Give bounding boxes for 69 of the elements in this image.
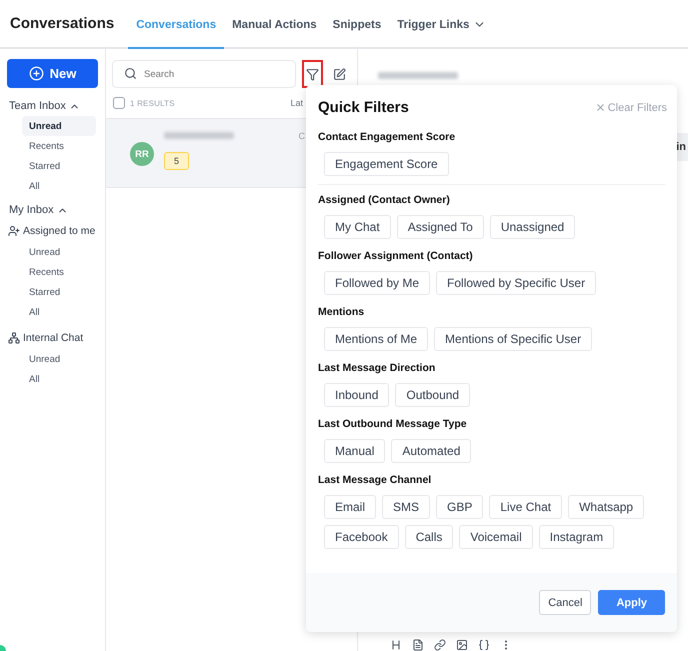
link-icon[interactable]	[434, 639, 446, 651]
braces-icon[interactable]	[478, 639, 490, 651]
blurred-name	[164, 132, 234, 139]
sidebar-subgroup[interactable]: Internal Chat	[7, 327, 98, 349]
section-title: Mentions	[318, 306, 366, 318]
document-icon[interactable]	[412, 639, 424, 651]
sidebar-item[interactable]: All	[22, 369, 96, 389]
section-title: Last Message Channel	[318, 474, 432, 486]
filter-chip[interactable]: SMS	[382, 495, 430, 519]
sort-label[interactable]: Lat	[290, 98, 303, 108]
sidebar-item[interactable]: Unread	[22, 242, 96, 262]
nav-tab[interactable]: Manual Actions	[224, 2, 325, 49]
count-badge: 5	[164, 152, 190, 170]
plus-icon	[28, 66, 44, 81]
sidebar-group-header[interactable]: My Inbox	[7, 200, 98, 220]
page-title: Conversations	[10, 15, 114, 32]
filter-chip[interactable]: Manual	[324, 439, 386, 463]
filter-chip[interactable]: Unassigned	[490, 215, 576, 239]
filter-chip[interactable]: Live Chat	[489, 495, 562, 519]
sidebar-item[interactable]: Recents	[22, 136, 96, 156]
compose-icon	[333, 68, 346, 80]
sidebar-item[interactable]: Unread	[22, 116, 96, 136]
sidebar-item[interactable]: All	[22, 302, 96, 322]
section-title: Last Message Direction	[318, 362, 436, 374]
filter-chip[interactable]: Engagement Score	[324, 152, 449, 176]
section-title: Follower Assignment (Contact)	[318, 250, 474, 262]
filter-chip[interactable]: GBP	[436, 495, 484, 519]
filter-chip[interactable]: Followed by Specific User	[436, 271, 596, 295]
sidebar-group-header[interactable]: Team Inbox	[7, 96, 98, 116]
nav-tab[interactable]: Snippets	[324, 2, 390, 49]
results-count: 1 RESULTS	[130, 98, 175, 108]
filter-chip[interactable]: Mentions of Me	[324, 327, 428, 351]
filter-chip[interactable]: Mentions of Specific User	[434, 327, 592, 351]
filter-chip[interactable]: Email	[324, 495, 376, 519]
network-icon	[8, 332, 20, 344]
apply-button[interactable]: Apply	[598, 590, 665, 615]
conversation-time: C	[298, 131, 305, 143]
filter-chip[interactable]: Automated	[391, 439, 472, 463]
sidebar-item[interactable]: All	[22, 176, 96, 196]
search-icon	[124, 67, 137, 80]
filter-icon	[306, 68, 319, 80]
search-field[interactable]: Search	[112, 60, 296, 88]
sidebar-item[interactable]: Unread	[22, 349, 96, 369]
close-icon	[594, 102, 606, 113]
sidebar-item[interactable]: Starred	[22, 156, 96, 176]
filter-chip[interactable]: Instagram	[538, 525, 614, 549]
filter-chip[interactable]: Outbound	[395, 383, 470, 407]
cancel-button[interactable]: Cancel	[539, 590, 592, 615]
filter-chip[interactable]: Voicemail	[459, 525, 533, 549]
person-add-icon	[8, 225, 20, 237]
sidebar-item[interactable]: Starred	[22, 282, 96, 302]
row-text: in	[676, 141, 686, 153]
filter-chip[interactable]: Assigned To	[396, 215, 484, 239]
section-title: Last Outbound Message Type	[318, 418, 468, 430]
select-all-checkbox[interactable]	[113, 97, 125, 109]
nav-tab[interactable]: Trigger Links	[389, 2, 494, 49]
filter-chip[interactable]: Calls	[404, 525, 454, 549]
filter-chip[interactable]: Followed by Me	[324, 271, 430, 295]
filter-chip[interactable]: Inbound	[324, 383, 390, 407]
filter-chip[interactable]: Whatsapp	[568, 495, 644, 519]
sidebar-item[interactable]: Recents	[22, 262, 96, 282]
filter-chip[interactable]: Facebook	[324, 525, 399, 549]
image-icon[interactable]	[456, 639, 468, 651]
new-button[interactable]: New	[7, 59, 98, 88]
filter-chip[interactable]: My Chat	[324, 215, 391, 239]
section-title: Assigned (Contact Owner)	[318, 194, 451, 206]
avatar: RR	[130, 142, 154, 166]
popover-title: Quick Filters	[318, 99, 409, 116]
sidebar-subgroup[interactable]: Assigned to me	[7, 220, 98, 242]
